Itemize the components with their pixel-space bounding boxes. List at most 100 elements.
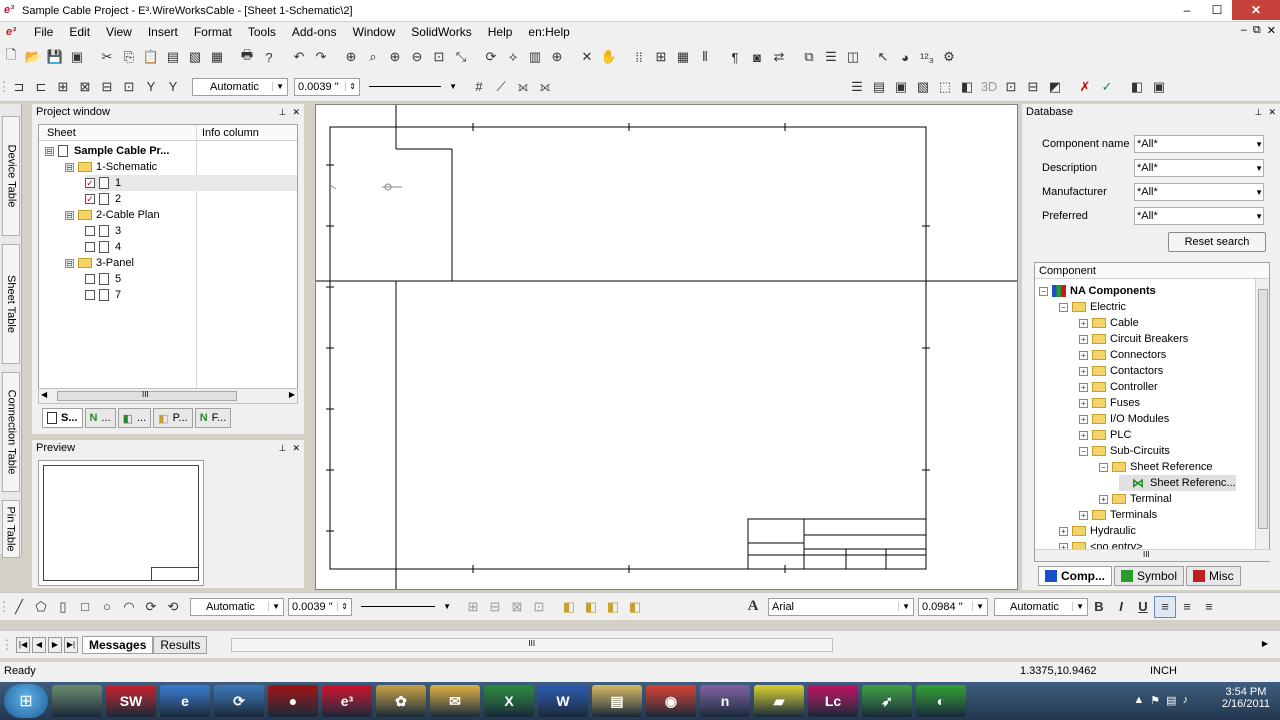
- pin-icon[interactable]: ⊥: [1255, 107, 1263, 118]
- mdi-minimize-button[interactable]: –: [1241, 24, 1247, 37]
- expand-icon[interactable]: +: [1079, 334, 1088, 344]
- component-tree-item[interactable]: + Terminal: [1099, 491, 1172, 507]
- collapse-icon[interactable]: −: [1039, 286, 1048, 296]
- taskbar-solidworks-icon[interactable]: SW: [106, 685, 156, 717]
- tab-connection-table[interactable]: Connection Table: [2, 372, 20, 492]
- sheet-checkbox[interactable]: [85, 290, 95, 300]
- expand-icon[interactable]: +: [1079, 382, 1088, 392]
- taskbar-onenote-icon[interactable]: n: [700, 685, 750, 717]
- taskbar-notes-icon[interactable]: ▰: [754, 685, 804, 717]
- mdi-restore-button[interactable]: ⧉: [1253, 24, 1261, 37]
- symbol-7-icon[interactable]: Y: [140, 76, 162, 98]
- expand-icon[interactable]: +: [1079, 510, 1088, 520]
- start-button[interactable]: ⊞: [4, 684, 48, 718]
- connect-icon[interactable]: ⟋: [490, 76, 512, 98]
- sheet-checkbox[interactable]: [85, 242, 95, 252]
- clock[interactable]: 3:54 PM 2/16/2011: [1222, 686, 1270, 710]
- menu-en-help[interactable]: en:Help: [520, 25, 577, 39]
- cube-icon[interactable]: ◧: [956, 76, 978, 98]
- pointer-icon[interactable]: ↖: [872, 46, 894, 68]
- tab-pin-table[interactable]: Pin Table: [2, 500, 20, 558]
- export-2-icon[interactable]: ▣: [1148, 76, 1170, 98]
- taskbar-network-icon[interactable]: ⟳: [214, 685, 264, 717]
- tray-volume-icon[interactable]: ♪: [1183, 694, 1189, 707]
- first-page-button[interactable]: |◀: [16, 636, 30, 653]
- schematic-sheet-canvas[interactable]: [315, 104, 1018, 590]
- highlight-icon[interactable]: ⟡: [502, 46, 524, 68]
- polygon-tool-icon[interactable]: ⬠: [30, 596, 52, 618]
- draw-line-style-select[interactable]: ▼: [358, 598, 454, 616]
- zoom-all-icon[interactable]: ⤡: [450, 46, 472, 68]
- font-size-select[interactable]: 0.0984 " ▼: [918, 597, 988, 616]
- cancel-icon[interactable]: ✕: [576, 46, 598, 68]
- zoom-plus-icon[interactable]: ⊕: [384, 46, 406, 68]
- zoom-minus-icon[interactable]: ⊖: [406, 46, 428, 68]
- numbering-icon[interactable]: ¹²₃: [916, 46, 938, 68]
- component-tree-item[interactable]: + Contactors: [1079, 363, 1163, 379]
- delete-icon[interactable]: ▧: [184, 46, 206, 68]
- connect-2-icon[interactable]: ⟗: [534, 76, 556, 98]
- menu-add-ons[interactable]: Add-ons: [284, 25, 345, 39]
- draw-line-width-select[interactable]: 0.0039 " ⇕: [288, 597, 352, 616]
- component-tree-item[interactable]: − Sheet Reference: [1099, 459, 1213, 475]
- column-info[interactable]: Info column: [202, 127, 259, 139]
- scroll-thumb[interactable]: [1258, 289, 1268, 529]
- scroll-thumb[interactable]: III: [57, 390, 237, 401]
- table-icon[interactable]: ▤: [868, 76, 890, 98]
- menu-tools[interactable]: Tools: [240, 25, 284, 39]
- menu-file[interactable]: File: [26, 25, 61, 39]
- bold-button[interactable]: B: [1088, 596, 1110, 618]
- pin-icon[interactable]: ⊥: [279, 443, 287, 454]
- sheet-tree-item[interactable]: 3: [85, 223, 121, 239]
- component-tree-item[interactable]: + Hydraulic: [1059, 523, 1136, 539]
- line-width-select[interactable]: 0.0039 " ⇕: [294, 77, 360, 96]
- spiral-tool-icon[interactable]: ⟳: [140, 596, 162, 618]
- previous-page-button[interactable]: ◀: [32, 636, 46, 653]
- snap-icon[interactable]: ⊞: [650, 46, 672, 68]
- sheet-tree-item[interactable]: ⊟ 3-Panel: [65, 255, 134, 271]
- new-icon[interactable]: 🗋: [0, 46, 22, 68]
- taskbar-outlook-icon[interactable]: ✉: [430, 685, 480, 717]
- horizontal-scrollbar[interactable]: ◀ III ▶: [38, 388, 298, 404]
- next-page-button[interactable]: ▶: [48, 636, 62, 653]
- zoom-window-icon[interactable]: ⌕: [362, 46, 384, 68]
- menu-solidworks[interactable]: SolidWorks: [403, 25, 479, 39]
- sheet-tree-item[interactable]: ✓ 1: [85, 175, 297, 191]
- globe-icon[interactable]: ◕: [894, 46, 916, 68]
- symbol-6-icon[interactable]: ⊡: [118, 76, 140, 98]
- line-tool-icon[interactable]: ╱: [8, 596, 30, 618]
- collapse-icon[interactable]: ⊟: [65, 210, 74, 220]
- crosshair-icon[interactable]: ⊕: [546, 46, 568, 68]
- taskbar-app2-icon[interactable]: ➶: [862, 685, 912, 717]
- close-icon[interactable]: ✕: [292, 443, 300, 454]
- component-tree-item[interactable]: + Controller: [1079, 379, 1158, 395]
- align-4-icon[interactable]: ⊡: [528, 596, 550, 618]
- symbol-8-icon[interactable]: Y: [162, 76, 184, 98]
- taskbar-e3-icon[interactable]: e³: [322, 685, 372, 717]
- help-icon[interactable]: ?: [258, 46, 280, 68]
- grid-icon[interactable]: ⁞⁞: [628, 46, 650, 68]
- paste-special-icon[interactable]: ▤: [162, 46, 184, 68]
- group-1-icon[interactable]: ◧: [558, 596, 580, 618]
- group-4-icon[interactable]: ◧: [624, 596, 646, 618]
- maximize-button[interactable]: ☐: [1202, 0, 1232, 20]
- disconnect-icon[interactable]: ⟗: [512, 76, 534, 98]
- tab-components[interactable]: Comp...: [1038, 566, 1112, 586]
- symbol-1-icon[interactable]: ⊐: [8, 76, 30, 98]
- symbol-3-icon[interactable]: ⊞: [52, 76, 74, 98]
- settings-icon[interactable]: ⚙: [938, 46, 960, 68]
- expand-icon[interactable]: +: [1079, 398, 1088, 408]
- manufacturer-select[interactable]: *All* ▼: [1134, 183, 1264, 201]
- expand-icon[interactable]: +: [1079, 430, 1088, 440]
- align-1-icon[interactable]: ⊞: [462, 596, 484, 618]
- symbol-4-icon[interactable]: ⊠: [74, 76, 96, 98]
- tab-cables[interactable]: N...: [84, 408, 116, 428]
- three-d-button[interactable]: 3D: [978, 76, 1000, 98]
- export-icon[interactable]: ◧: [1126, 76, 1148, 98]
- component-tree-item[interactable]: − Sub-Circuits: [1079, 443, 1170, 459]
- component-tree-item[interactable]: − NA Components: [1039, 283, 1156, 299]
- tray-arrow-icon[interactable]: ▲: [1133, 694, 1144, 707]
- e3-app-icon[interactable]: e³: [4, 4, 20, 18]
- rectangle-tool-icon[interactable]: ▯: [52, 596, 74, 618]
- draw-line-width-mode-select[interactable]: Automatic ▼: [190, 597, 284, 616]
